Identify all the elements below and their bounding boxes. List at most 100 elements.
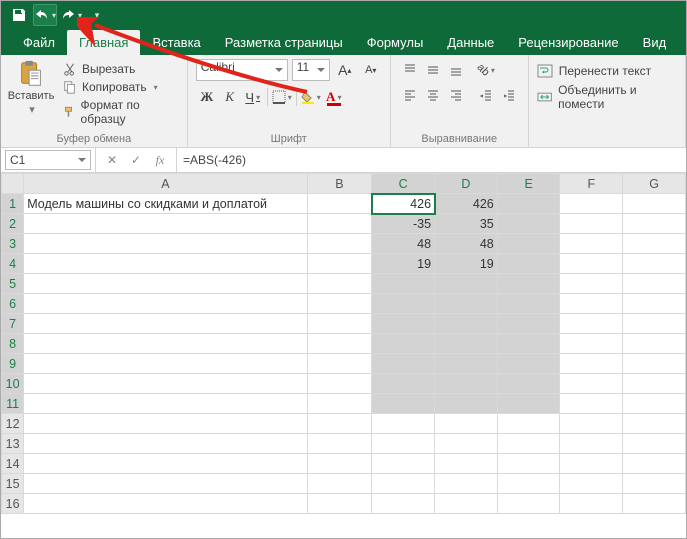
col-header-E[interactable]: E (497, 174, 560, 194)
row-header[interactable]: 12 (2, 414, 24, 434)
col-header-F[interactable]: F (560, 174, 623, 194)
bold-button[interactable]: Ж (196, 86, 218, 108)
cell[interactable] (307, 234, 372, 254)
cell[interactable] (497, 314, 560, 334)
cell[interactable] (372, 334, 435, 354)
cell[interactable] (560, 494, 623, 514)
font-name-select[interactable]: Calibri (196, 59, 288, 81)
row-header[interactable]: 13 (2, 434, 24, 454)
cell[interactable] (497, 454, 560, 474)
orientation-button[interactable]: ab▾ (475, 59, 497, 81)
cell[interactable] (24, 274, 307, 294)
row-header[interactable]: 1 (2, 194, 24, 214)
cell[interactable] (623, 494, 686, 514)
align-left-button[interactable] (399, 84, 421, 106)
cell[interactable] (497, 294, 560, 314)
cell[interactable] (560, 474, 623, 494)
cell[interactable] (435, 414, 498, 434)
cell[interactable] (24, 394, 307, 414)
cell[interactable] (435, 434, 498, 454)
formula-input[interactable]: =ABS(-426) (177, 153, 686, 167)
cell[interactable] (307, 374, 372, 394)
cut-button[interactable]: Вырезать (61, 61, 179, 77)
tab-page-layout[interactable]: Разметка страницы (213, 30, 355, 55)
tab-view[interactable]: Вид (631, 30, 679, 55)
enter-formula-button[interactable]: ✓ (126, 148, 146, 172)
cell[interactable] (560, 214, 623, 234)
cell[interactable] (435, 374, 498, 394)
cell[interactable] (623, 414, 686, 434)
cell[interactable] (435, 494, 498, 514)
fill-color-button[interactable]: ▾ (300, 86, 322, 108)
cell[interactable] (497, 414, 560, 434)
cell[interactable] (497, 434, 560, 454)
cell[interactable] (435, 294, 498, 314)
row-header[interactable]: 8 (2, 334, 24, 354)
row-header[interactable]: 4 (2, 254, 24, 274)
cell[interactable] (307, 334, 372, 354)
cell[interactable] (307, 454, 372, 474)
font-size-select[interactable]: 11 (292, 59, 330, 81)
cell[interactable] (24, 334, 307, 354)
cell[interactable] (372, 474, 435, 494)
cell[interactable] (435, 474, 498, 494)
row-header[interactable]: 3 (2, 234, 24, 254)
cell[interactable] (623, 214, 686, 234)
wrap-text-button[interactable]: Перенести текст (537, 63, 681, 79)
cell[interactable]: 19 (372, 254, 435, 274)
paste-button[interactable]: Вставить ▾ (9, 59, 53, 127)
cell[interactable] (497, 254, 560, 274)
cell[interactable] (560, 274, 623, 294)
col-header-C[interactable]: C (372, 174, 435, 194)
cell[interactable] (560, 314, 623, 334)
cell[interactable] (623, 354, 686, 374)
cell[interactable] (307, 214, 372, 234)
cell[interactable] (24, 294, 307, 314)
cell[interactable] (372, 454, 435, 474)
cell[interactable] (307, 394, 372, 414)
cell[interactable] (497, 334, 560, 354)
cell[interactable] (623, 274, 686, 294)
italic-button[interactable]: К (219, 86, 241, 108)
col-header-A[interactable]: A (24, 174, 307, 194)
decrease-indent-button[interactable] (475, 84, 497, 106)
cell[interactable] (24, 454, 307, 474)
cell[interactable] (372, 274, 435, 294)
cell[interactable] (372, 434, 435, 454)
spreadsheet-grid[interactable]: A B C D E F G 1Модель машины со скидками… (1, 173, 686, 514)
align-top-button[interactable] (399, 59, 421, 81)
borders-button[interactable]: ▾ (271, 86, 293, 108)
cell[interactable] (497, 394, 560, 414)
cell[interactable] (623, 254, 686, 274)
cell[interactable] (24, 214, 307, 234)
cell[interactable] (24, 474, 307, 494)
cell[interactable] (24, 314, 307, 334)
cell[interactable] (372, 394, 435, 414)
row-header[interactable]: 6 (2, 294, 24, 314)
cell[interactable]: 426 (372, 194, 435, 214)
cell[interactable] (24, 434, 307, 454)
cell[interactable] (560, 334, 623, 354)
cell[interactable]: 19 (435, 254, 498, 274)
cell[interactable] (560, 414, 623, 434)
cell[interactable] (623, 194, 686, 214)
cell[interactable] (497, 194, 560, 214)
cell[interactable] (623, 314, 686, 334)
cell[interactable] (497, 474, 560, 494)
cell[interactable] (372, 294, 435, 314)
cell[interactable] (560, 194, 623, 214)
cell[interactable] (24, 254, 307, 274)
row-header[interactable]: 7 (2, 314, 24, 334)
cell[interactable] (623, 294, 686, 314)
name-box[interactable]: C1 (5, 150, 91, 170)
cell[interactable] (372, 414, 435, 434)
tab-formulas[interactable]: Формулы (355, 30, 436, 55)
cell[interactable] (560, 234, 623, 254)
cell[interactable] (372, 494, 435, 514)
align-center-button[interactable] (422, 84, 444, 106)
cell[interactable] (560, 394, 623, 414)
cell[interactable] (560, 294, 623, 314)
copy-button[interactable]: Копировать▾ (61, 79, 179, 95)
cell[interactable] (307, 294, 372, 314)
cell[interactable] (497, 234, 560, 254)
